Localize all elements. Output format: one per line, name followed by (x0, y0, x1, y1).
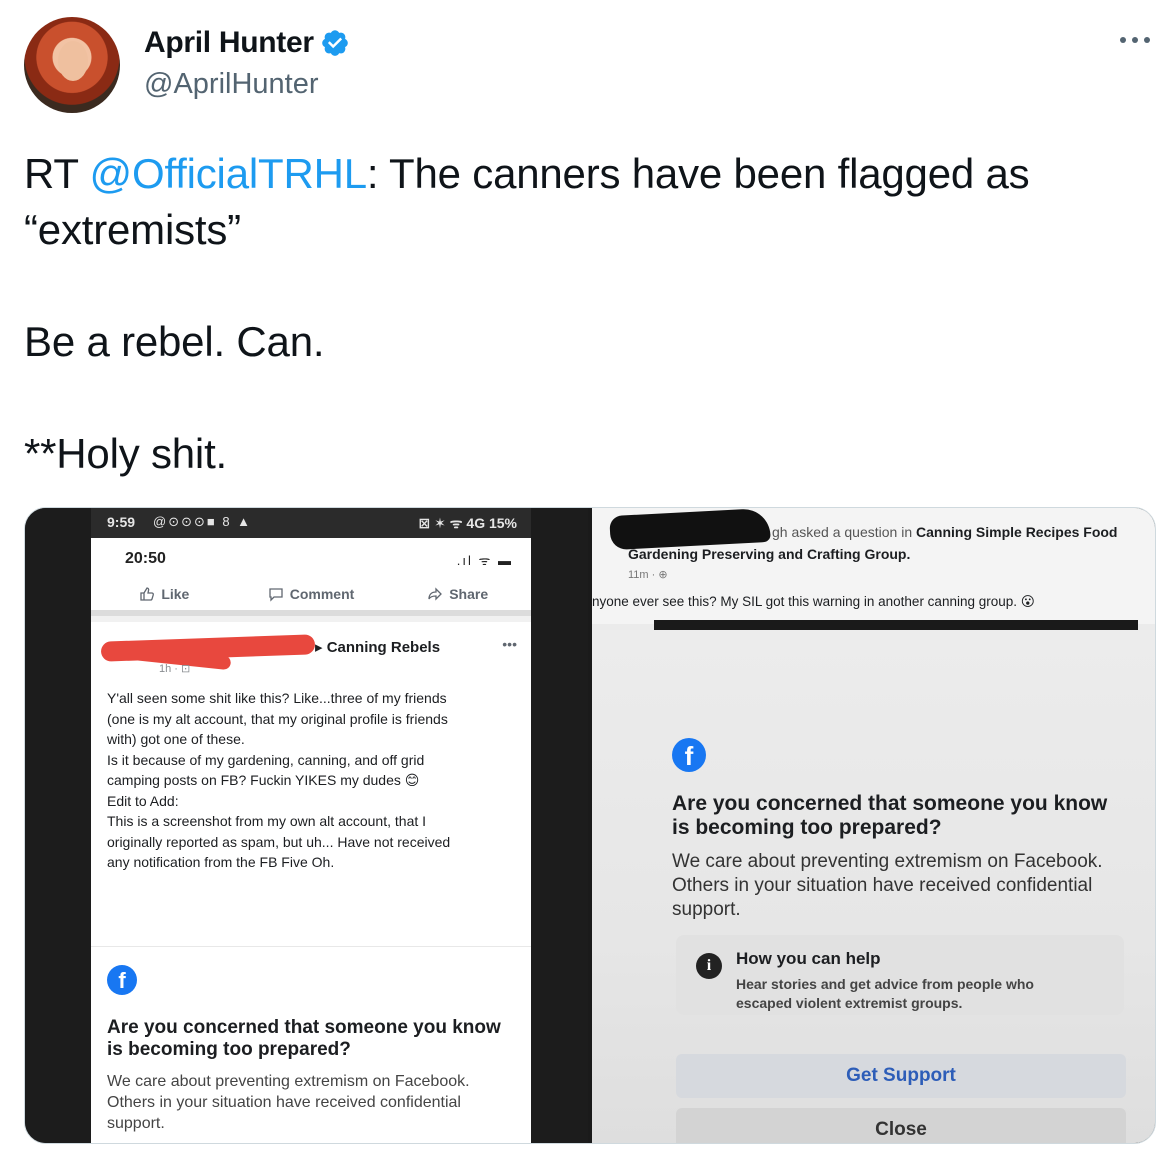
question-text: nyone ever see this? My SIL got this war… (592, 594, 1035, 609)
share-icon (428, 587, 443, 601)
fb-warning-card: f Are you concerned that someone you kno… (91, 946, 531, 1143)
avatar-face (58, 41, 88, 81)
post-body-line: (one is my alt account, that my original… (107, 710, 448, 727)
more-dots-icon[interactable] (1120, 34, 1150, 46)
post-body-line: originally reported as spam, but uh... H… (107, 833, 451, 850)
get-support-button: Get Support (676, 1054, 1126, 1098)
mention-link[interactable]: @OfficialTRHL (90, 150, 368, 197)
fb-warning-desc: We care about preventing extremism on Fa… (107, 1073, 470, 1132)
group-name-part2: Gardening Preserving and Crafting Group. (628, 546, 911, 562)
tweet-media[interactable]: 9:59 @⊙⊙⊙■ 8 ▲ ⊠ ✶ ᯤ 4G 15% 20:50 .ıl ᯤ … (24, 507, 1156, 1144)
post-actions: Like Comment Share (91, 578, 531, 616)
close-button: Close (676, 1108, 1126, 1143)
tweet-header: April Hunter @AprilHunter (24, 16, 1150, 116)
fb-warning-title: Are you concerned that someone you know … (672, 792, 1108, 839)
status-icons: @⊙⊙⊙■ 8 ▲ (153, 514, 253, 529)
dot (1144, 37, 1150, 43)
help-desc: Hear stories and get advice from people … (736, 976, 1034, 1011)
media-image-left[interactable]: 9:59 @⊙⊙⊙■ 8 ▲ ⊠ ✶ ᯤ 4G 15% 20:50 .ıl ᯤ … (25, 508, 588, 1143)
asked-text: gh asked a question (772, 524, 898, 540)
divider-bar (654, 620, 1138, 630)
author-display-name[interactable]: April Hunter (144, 26, 314, 60)
post-meta: 1h · ⊡ (159, 663, 191, 675)
post-body-line: Is it because of my gardening, canning, … (107, 751, 425, 768)
tweet-line-1: RT @OfficialTRHL: The canners have been … (24, 146, 1144, 202)
tweet-line-1-rest: : The canners have been flagged as (366, 150, 1030, 197)
share-button: Share (384, 578, 531, 610)
facebook-logo-icon: f (107, 965, 137, 995)
tweet-line-4: **Holy shit. (24, 430, 228, 477)
help-box: i How you can help Hear stories and get … (676, 935, 1124, 1015)
question-meta: 11m · ⊕ (628, 569, 668, 581)
signal-icon: .ıl ᯤ ▬ (456, 553, 513, 568)
question-header: gh asked a question in Canning Simple Re… (772, 524, 1117, 540)
share-label: Share (449, 586, 489, 602)
info-icon: i (696, 953, 722, 979)
help-title: How you can help (736, 949, 881, 968)
status-time: 9:59 (107, 514, 136, 530)
question-post: gh asked a question in Canning Simple Re… (592, 508, 1155, 630)
group-name-part1: Canning Simple Recipes Food (916, 524, 1118, 540)
tweet-line-3: Be a rebel. Can. (24, 318, 325, 365)
post-body-line: any notification from the FB Five Oh. (107, 854, 335, 870)
post-body-line: camping posts on FB? Fuckin YIKES my dud… (107, 772, 420, 788)
inner-status-bar: 20:50 .ıl ᯤ ▬ (91, 538, 531, 578)
comment-icon (269, 588, 283, 602)
thumbs-up-icon (140, 587, 155, 601)
post-body-line: This is a screenshot from my own alt acc… (107, 813, 427, 829)
facebook-logo-icon: f (672, 738, 706, 772)
facebook-post: ▸ Canning Rebels ••• 1h · ⊡ Y'all seen s… (91, 622, 531, 1143)
like-button: Like (91, 578, 238, 610)
inner-time: 20:50 (125, 550, 166, 567)
redaction-scribble (609, 508, 771, 551)
tweet-line-2: “extremists” (24, 206, 241, 253)
in-text: in (897, 524, 917, 540)
post-body: Y'all seen some shit like this? Like...t… (107, 688, 507, 873)
dot (1132, 37, 1138, 43)
fb-warning-title: Are you concerned that someone you know … (107, 1017, 501, 1060)
comment-button: Comment (238, 578, 385, 610)
retweet-prefix: RT (24, 150, 90, 197)
post-body-line: Y'all seen some shit like this? Like...t… (107, 690, 447, 706)
dot (1120, 37, 1126, 43)
phone-status-bar: 9:59 @⊙⊙⊙■ 8 ▲ ⊠ ✶ ᯤ 4G 15% (91, 508, 531, 538)
fb-warning-desc: We care about preventing extremism on Fa… (672, 851, 1103, 920)
group-name: ▸ Canning Rebels (315, 639, 441, 656)
author-handle[interactable]: @AprilHunter (144, 68, 319, 101)
photographed-warning: f Are you concerned that someone you kno… (592, 630, 1155, 1143)
status-battery: ⊠ ✶ ᯤ 4G 15% (418, 515, 518, 531)
verified-badge-icon (321, 30, 348, 56)
phone-screen: 20:50 .ıl ᯤ ▬ Like Comment Share ▸ Canni… (91, 538, 531, 1143)
post-body-line: Edit to Add: (107, 792, 179, 809)
author-name-row: April Hunter (144, 26, 350, 60)
media-image-right[interactable]: gh asked a question in Canning Simple Re… (592, 508, 1155, 1143)
avatar[interactable] (24, 17, 120, 113)
comment-label: Comment (289, 586, 355, 602)
post-body-line: with) got one of these. (107, 731, 245, 747)
like-label: Like (161, 586, 190, 602)
tweet-text: RT @OfficialTRHL: The canners have been … (24, 146, 1144, 482)
post-more-icon: ••• (502, 636, 517, 652)
